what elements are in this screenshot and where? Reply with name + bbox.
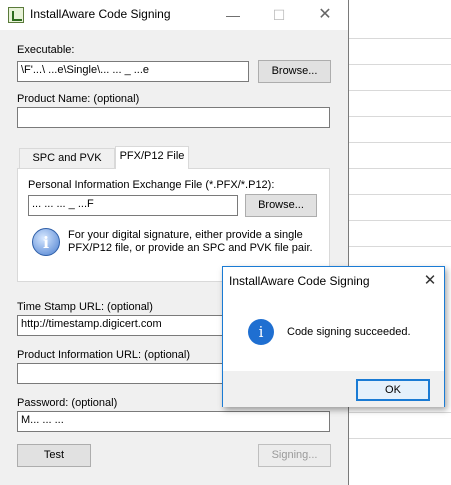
background-divider: [348, 168, 451, 169]
background-divider: [348, 246, 451, 247]
pfx-file-field[interactable]: ... ... ... _ ...F: [28, 195, 238, 216]
maximize-button: ☐: [272, 7, 286, 23]
info-icon: i: [248, 319, 274, 345]
pfx-file-label: Personal Information Exchange File (*.PF…: [28, 179, 275, 191]
info-icon: i: [32, 228, 60, 256]
dialog-body: i Code signing succeeded.: [223, 295, 444, 371]
close-button[interactable]: ✕: [302, 0, 348, 30]
dialog-footer: OK: [223, 371, 444, 407]
app-icon: [8, 7, 24, 23]
background-divider: [348, 194, 451, 195]
code-signing-window: InstallAware Code Signing — ☐ ✕ Executab…: [0, 0, 349, 485]
signing-button: Signing...: [258, 444, 331, 467]
timestamp-url-label: Time Stamp URL: (optional): [17, 301, 153, 313]
executable-browse-button[interactable]: Browse...: [258, 60, 331, 83]
pfx-browse-button[interactable]: Browse...: [245, 194, 317, 217]
dialog-title: InstallAware Code Signing: [229, 274, 370, 288]
dialog-title-bar[interactable]: InstallAware Code Signing ✕: [223, 267, 444, 295]
minimize-button[interactable]: —: [210, 0, 256, 30]
ok-button[interactable]: OK: [356, 379, 430, 401]
dialog-close-button[interactable]: ✕: [420, 270, 440, 292]
test-button[interactable]: Test: [17, 444, 91, 467]
title-bar[interactable]: InstallAware Code Signing — ☐ ✕: [0, 0, 348, 30]
background-divider: [348, 116, 451, 117]
dialog-message: Code signing succeeded.: [287, 326, 411, 338]
background-divider: [348, 438, 451, 439]
tab-pfx-p12-file[interactable]: PFX/P12 File: [115, 146, 189, 169]
pfx-info-text: For your digital signature, either provi…: [68, 229, 313, 254]
executable-field[interactable]: \F'...\ ...e\Single\... ... _ ...e: [17, 61, 249, 82]
window-title: InstallAware Code Signing: [30, 7, 171, 21]
background-divider: [348, 38, 451, 39]
background-divider: [348, 64, 451, 65]
product-name-field[interactable]: [17, 107, 330, 128]
success-dialog: InstallAware Code Signing ✕ i Code signi…: [222, 266, 445, 407]
product-name-label: Product Name: (optional): [17, 93, 140, 105]
background-window: [348, 0, 451, 485]
background-divider: [348, 142, 451, 143]
tab-spc-pvk-files[interactable]: SPC and PVK Files: [19, 148, 115, 183]
background-divider: [348, 412, 451, 413]
background-divider: [348, 90, 451, 91]
executable-label: Executable:: [17, 44, 75, 56]
product-info-url-label: Product Information URL: (optional): [17, 349, 191, 361]
password-label: Password: (optional): [17, 397, 118, 409]
background-divider: [348, 220, 451, 221]
password-field[interactable]: M... ... ...: [17, 411, 330, 432]
